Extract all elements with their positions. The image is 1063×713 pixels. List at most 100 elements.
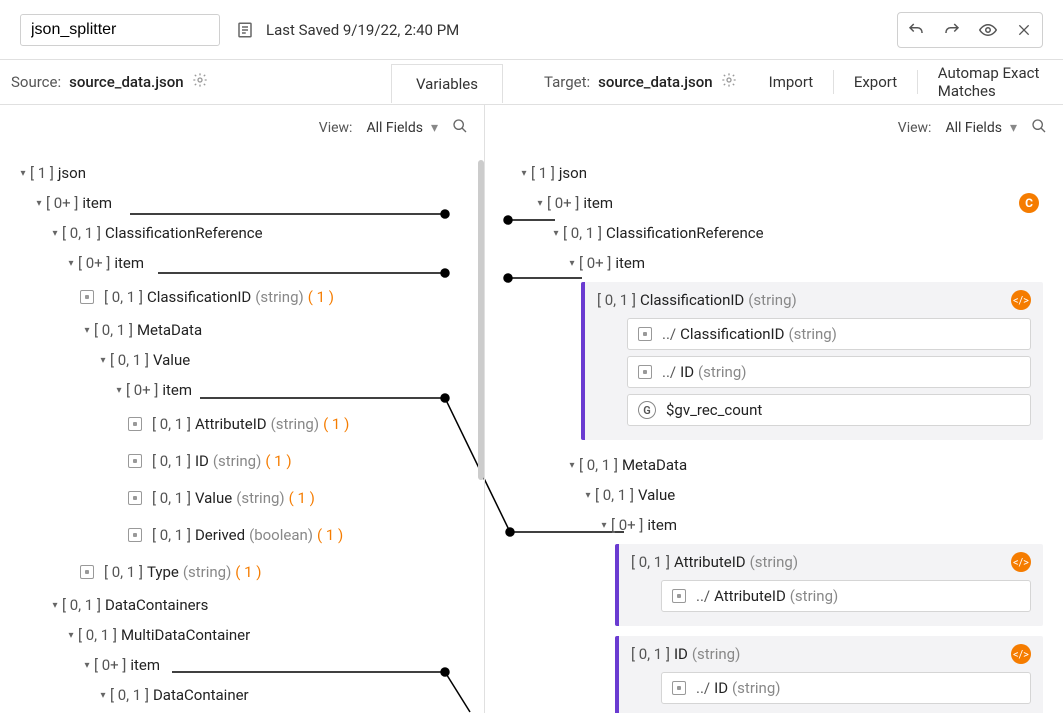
cardinality: [ 0, 1 ] bbox=[597, 291, 636, 309]
target-panel: ▾ [ 1 ] json ▾ [ 0+ ] item C ▾ [ 0, 1 ] … bbox=[485, 150, 1063, 713]
tree-row-metadata[interactable]: ▾ [ 0, 1 ] MetaData bbox=[485, 450, 1063, 480]
field-count: ( 1 ) bbox=[308, 288, 334, 306]
field-type: (string) bbox=[790, 587, 838, 605]
tree-row-json[interactable]: ▾ [ 1 ] json bbox=[485, 158, 1063, 188]
tree-row-classid[interactable]: [ 0, 1 ] ClassificationID (string) ( 1 ) bbox=[0, 278, 484, 315]
map-block-id[interactable]: [ 0, 1 ] ID (string) </> ../ ID (string) bbox=[615, 636, 1043, 713]
caret-icon[interactable]: ▾ bbox=[48, 228, 62, 239]
leaf-icon bbox=[638, 365, 652, 379]
field-type: (string) bbox=[748, 291, 796, 309]
leaf-icon bbox=[638, 327, 652, 341]
tree-row-metadata[interactable]: ▾ [ 0, 1 ] MetaData bbox=[0, 315, 484, 345]
caret-icon[interactable]: ▾ bbox=[80, 660, 94, 671]
tree-row-multidc[interactable]: ▾ [ 0, 1 ] MultiDataContainer bbox=[0, 620, 484, 650]
automap-button[interactable]: Automap Exact Matches bbox=[918, 64, 1063, 100]
field-name: ClassificationReference bbox=[105, 224, 263, 242]
tree-row-item[interactable]: ▾ [ 0+ ] item bbox=[0, 375, 484, 405]
source-view-select[interactable]: All Fields ▾ bbox=[366, 120, 438, 136]
undo-button[interactable] bbox=[898, 13, 934, 47]
field-name: ID bbox=[195, 452, 209, 470]
field-name: item bbox=[162, 381, 192, 399]
script-badge-icon[interactable]: </> bbox=[1011, 644, 1031, 664]
tree-row-item[interactable]: ▾ [ 0+ ] item bbox=[0, 248, 484, 278]
redo-button[interactable] bbox=[934, 13, 970, 47]
tree-row-type[interactable]: [ 0, 1 ] Type (string) ( 1 ) bbox=[0, 553, 484, 590]
caret-icon[interactable]: ▾ bbox=[80, 325, 94, 336]
caret-icon[interactable]: ▾ bbox=[48, 600, 62, 611]
tree-row-derived[interactable]: [ 0, 1 ] Derived (boolean) ( 1 ) bbox=[0, 516, 484, 553]
source-gear-icon[interactable] bbox=[192, 72, 208, 92]
caret-icon[interactable]: ▾ bbox=[549, 228, 563, 239]
map-item[interactable]: ../ ID (string) bbox=[661, 672, 1031, 704]
tree-row-value[interactable]: ▾ [ 0, 1 ] Value bbox=[485, 480, 1063, 510]
field-count: ( 1 ) bbox=[289, 489, 315, 507]
field-type: (string) bbox=[236, 489, 284, 507]
cardinality: [ 1 ] bbox=[531, 164, 555, 182]
tree-row-classref[interactable]: ▾ [ 0, 1 ] ClassificationReference bbox=[485, 218, 1063, 248]
tree-row-item[interactable]: ▾ [ 0+ ] item bbox=[485, 510, 1063, 540]
script-badge-icon[interactable]: </> bbox=[1011, 552, 1031, 572]
caret-icon[interactable]: ▾ bbox=[112, 385, 126, 396]
import-button[interactable]: Import bbox=[749, 73, 834, 91]
map-item[interactable]: ../ ClassificationID (string) bbox=[627, 318, 1031, 350]
close-button[interactable] bbox=[1006, 13, 1042, 47]
tree-row-attributeid[interactable]: [ 0, 1 ] AttributeID (string) ( 1 ) bbox=[0, 405, 484, 442]
caret-icon[interactable]: ▾ bbox=[517, 168, 531, 179]
target-gear-icon[interactable] bbox=[721, 72, 737, 92]
caret-icon[interactable]: ▾ bbox=[597, 520, 611, 531]
variables-tab[interactable]: Variables bbox=[391, 64, 503, 103]
caret-icon[interactable]: ▾ bbox=[16, 168, 30, 179]
condition-badge-icon[interactable]: C bbox=[1019, 193, 1039, 213]
map-item[interactable]: ../ AttributeID (string) bbox=[661, 580, 1031, 612]
cardinality: [ 0, 1 ] bbox=[631, 553, 670, 571]
caret-icon[interactable]: ▾ bbox=[565, 460, 579, 471]
field-count: ( 1 ) bbox=[317, 526, 343, 544]
tree-row-datacontainers[interactable]: ▾ [ 0, 1 ] DataContainers bbox=[0, 590, 484, 620]
target-search-icon[interactable] bbox=[1031, 118, 1047, 138]
leaf-icon bbox=[672, 589, 686, 603]
caret-icon[interactable]: ▾ bbox=[64, 258, 78, 269]
tree-row-value[interactable]: ▾ [ 0, 1 ] Value bbox=[0, 345, 484, 375]
field-name: Value bbox=[153, 351, 190, 369]
source-panel: ▾ [ 1 ] json ▾ [ 0+ ] item ▾ [ 0, 1 ] Cl… bbox=[0, 150, 485, 713]
cardinality: [ 0, 1 ] bbox=[152, 526, 191, 544]
tree-row-classref[interactable]: ▾ [ 0, 1 ] ClassificationReference bbox=[0, 218, 484, 248]
preview-button[interactable] bbox=[970, 13, 1006, 47]
name-input[interactable] bbox=[20, 14, 220, 46]
note-icon[interactable] bbox=[236, 21, 254, 39]
target-view-select[interactable]: All Fields ▾ bbox=[945, 120, 1017, 136]
field-name: ClassificationID bbox=[147, 288, 251, 306]
caret-icon[interactable]: ▾ bbox=[533, 198, 547, 209]
tree-row-item[interactable]: ▾ [ 0+ ] item bbox=[0, 650, 484, 680]
tree-row-datacontainer[interactable]: ▾ [ 0, 1 ] DataContainer bbox=[0, 680, 484, 710]
view-label: View: bbox=[898, 120, 932, 136]
map-block-classificationid[interactable]: [ 0, 1 ] ClassificationID (string) </> .… bbox=[581, 282, 1043, 440]
caret-icon[interactable]: ▾ bbox=[565, 258, 579, 269]
caret-icon[interactable]: ▾ bbox=[96, 355, 110, 366]
cardinality: [ 0+ ] bbox=[46, 194, 78, 212]
field-count: ( 1 ) bbox=[265, 452, 291, 470]
map-item[interactable]: ../ ID (string) bbox=[627, 356, 1031, 388]
source-search-icon[interactable] bbox=[452, 118, 468, 138]
field-type: (boolean) bbox=[249, 526, 313, 544]
script-badge-icon[interactable]: </> bbox=[1011, 290, 1031, 310]
cardinality: [ 0+ ] bbox=[126, 381, 158, 399]
map-block-attributeid[interactable]: [ 0, 1 ] AttributeID (string) </> ../ At… bbox=[615, 544, 1043, 626]
field-type: (string) bbox=[271, 415, 319, 433]
export-button[interactable]: Export bbox=[834, 73, 917, 91]
tree-row-id[interactable]: [ 0, 1 ] ID (string) ( 1 ) bbox=[0, 442, 484, 479]
tree-row-item[interactable]: ▾ [ 0+ ] item C bbox=[485, 188, 1063, 218]
tree-row-item[interactable]: ▾ [ 0+ ] item bbox=[0, 188, 484, 218]
caret-icon[interactable]: ▾ bbox=[581, 490, 595, 501]
caret-icon[interactable]: ▾ bbox=[32, 198, 46, 209]
field-name: ClassificationID bbox=[640, 291, 744, 309]
global-var-icon: G bbox=[638, 401, 656, 419]
caret-icon[interactable]: ▾ bbox=[64, 630, 78, 641]
leaf-icon bbox=[128, 491, 142, 505]
tree-row-item[interactable]: ▾ [ 0+ ] item bbox=[485, 248, 1063, 278]
map-item[interactable]: G $gv_rec_count bbox=[627, 394, 1031, 426]
tree-row-value-field[interactable]: [ 0, 1 ] Value (string) ( 1 ) bbox=[0, 479, 484, 516]
tree-row-json[interactable]: ▾ [ 1 ] json bbox=[0, 158, 484, 188]
caret-icon[interactable]: ▾ bbox=[96, 690, 110, 701]
cardinality: [ 0, 1 ] bbox=[152, 489, 191, 507]
